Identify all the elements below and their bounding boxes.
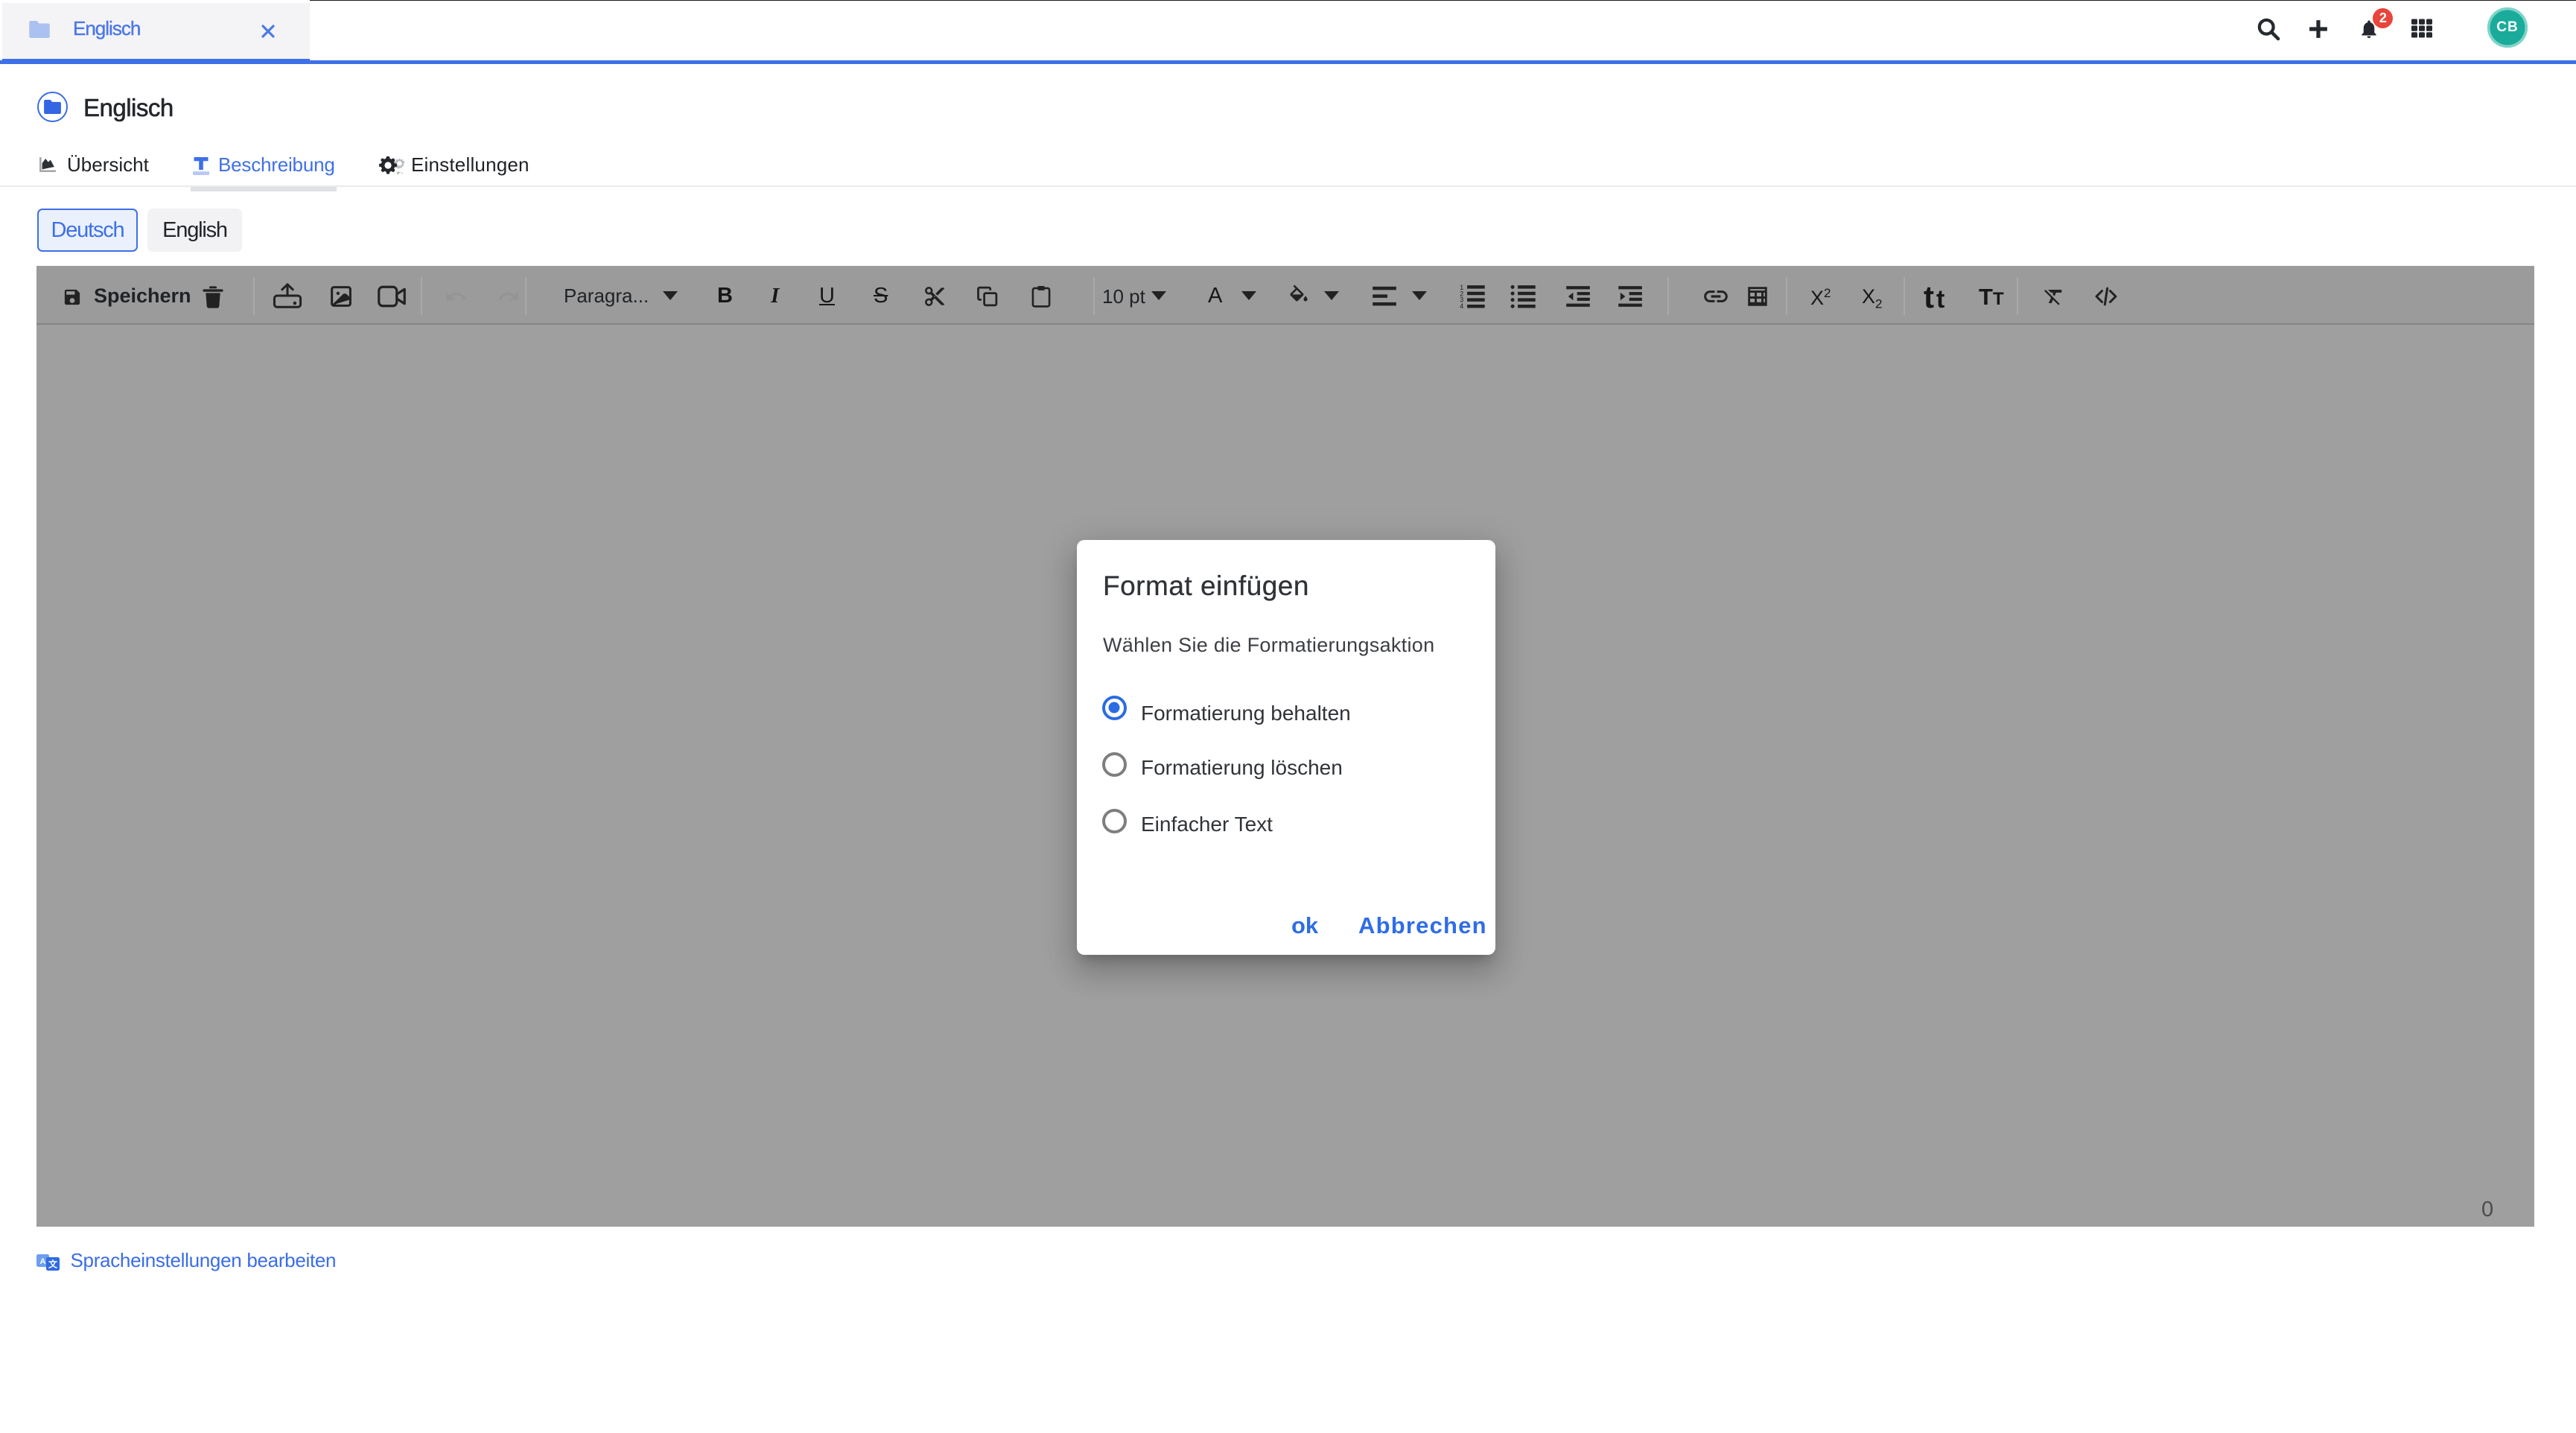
svg-text:文: 文 xyxy=(48,1259,58,1270)
svg-text:A: A xyxy=(40,1257,46,1266)
svg-text:4: 4 xyxy=(1460,302,1463,308)
